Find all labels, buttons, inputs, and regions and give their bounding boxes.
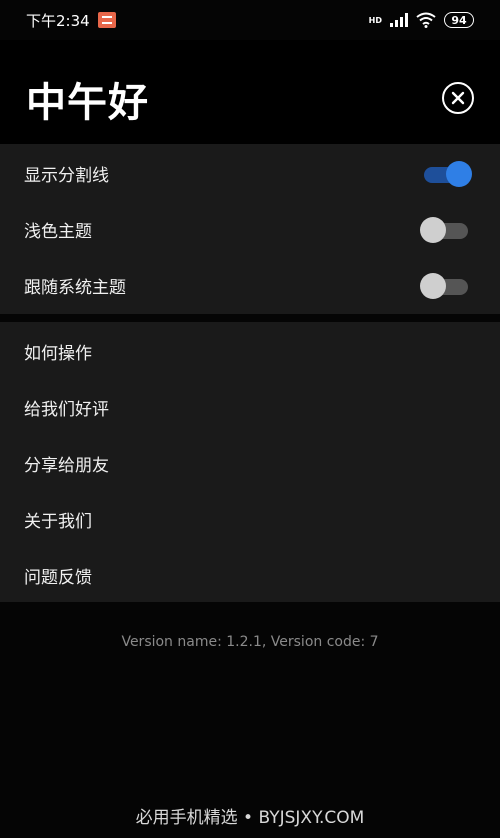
signal-icon — [390, 13, 408, 27]
network-label: HD — [368, 15, 382, 25]
toggle-row-light-theme[interactable]: 浅色主题 — [0, 201, 500, 257]
status-bar: 下午2:34 HD 94 — [0, 0, 500, 40]
wifi-icon — [416, 12, 436, 28]
header: 中午好 — [0, 40, 500, 144]
version-text: Version name: 1.2.1, Version code: 7 — [121, 634, 379, 650]
light-theme-toggle[interactable] — [420, 216, 472, 243]
toggle-thumb — [420, 217, 446, 243]
menu-group: 如何操作 给我们好评 分享给朋友 关于我们 问题反馈 — [0, 322, 500, 602]
status-right: HD 94 — [369, 12, 474, 28]
toggle-label: 浅色主题 — [24, 221, 92, 242]
system-theme-toggle[interactable] — [420, 272, 472, 299]
menu-item-how-to[interactable]: 如何操作 — [0, 323, 500, 379]
toggle-label: 显示分割线 — [24, 165, 109, 186]
status-left: 下午2:34 — [26, 10, 116, 31]
menu-item-about[interactable]: 关于我们 — [0, 491, 500, 547]
close-icon — [451, 91, 465, 105]
notification-icon — [97, 12, 116, 28]
watermark-text: 必用手机精选 • BYJSJXY.COM — [135, 808, 365, 828]
close-button[interactable] — [442, 82, 474, 114]
toggle-label: 跟随系统主题 — [24, 277, 126, 298]
menu-item-label: 关于我们 — [24, 511, 92, 532]
divider-toggle[interactable] — [420, 160, 472, 187]
menu-item-feedback[interactable]: 问题反馈 — [0, 547, 500, 603]
menu-item-label: 如何操作 — [24, 343, 92, 364]
menu-item-rate-us[interactable]: 给我们好评 — [0, 379, 500, 435]
toggle-thumb — [420, 273, 446, 299]
menu-item-label: 分享给朋友 — [24, 455, 109, 476]
toggle-row-divider[interactable]: 显示分割线 — [0, 145, 500, 201]
menu-item-share[interactable]: 分享给朋友 — [0, 435, 500, 491]
greeting-title: 中午好 — [26, 80, 149, 126]
toggle-thumb — [446, 161, 472, 187]
status-time: 下午2:34 — [26, 11, 90, 30]
settings-group: 显示分割线 浅色主题 跟随系统主题 — [0, 144, 500, 314]
toggle-row-system-theme[interactable]: 跟随系统主题 — [0, 257, 500, 313]
battery-indicator: 94 — [444, 12, 474, 28]
menu-item-label: 给我们好评 — [24, 399, 109, 420]
menu-item-label: 问题反馈 — [24, 567, 92, 588]
